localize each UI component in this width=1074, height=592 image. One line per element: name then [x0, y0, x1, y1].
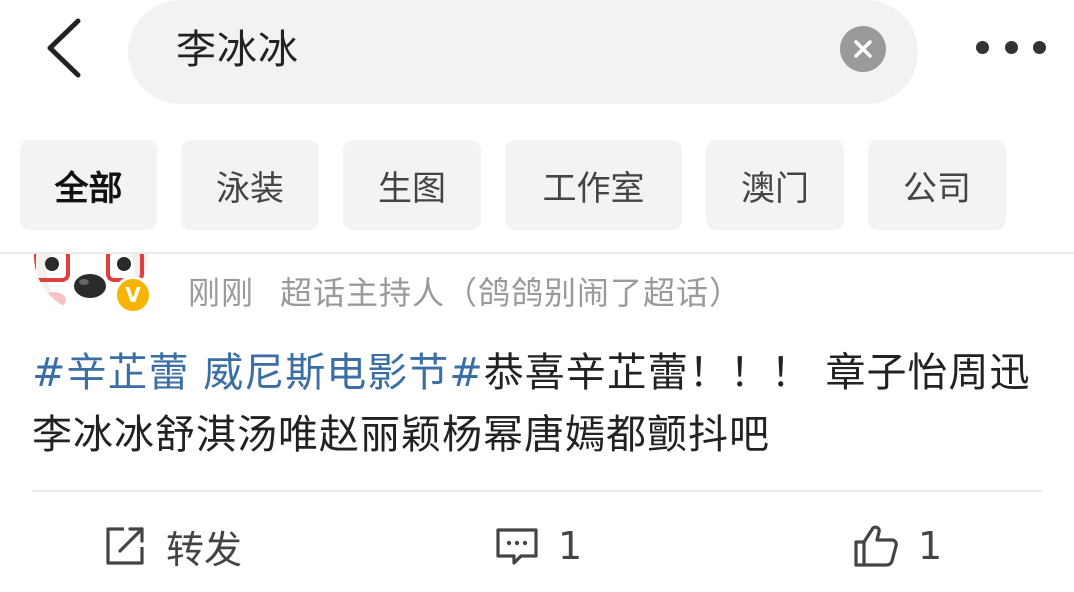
- topic-link[interactable]: #辛芷蕾 威尼斯电影节#: [32, 350, 484, 396]
- filter-chip-company[interactable]: 公司: [868, 140, 1006, 230]
- top-bar: 李冰冰: [0, 0, 1074, 105]
- thumbs-up-icon: [854, 525, 898, 567]
- filter-chip-all[interactable]: 全部: [20, 140, 157, 230]
- repost-label: 转发: [166, 527, 243, 572]
- like-count: 1: [918, 524, 943, 568]
- more-horizontal-icon: [976, 40, 989, 54]
- back-button[interactable]: [36, 14, 92, 82]
- search-input[interactable]: 李冰冰: [128, 0, 918, 104]
- more-options-button[interactable]: [976, 30, 1046, 64]
- post-meta: 刚刚 超话主持人（鸽鸽别闹了超话）: [188, 268, 742, 314]
- divider: [0, 252, 1074, 254]
- comment-count: 1: [558, 524, 583, 568]
- filter-chip-macau[interactable]: 澳门: [706, 140, 844, 230]
- comment-button[interactable]: 1: [494, 518, 582, 574]
- clear-search-button[interactable]: [840, 26, 886, 72]
- comment-icon: [496, 528, 538, 565]
- divider: [32, 490, 1042, 492]
- filter-chips: 全部 泳装 生图 工作室 澳门 公司: [0, 140, 1074, 230]
- filter-chip-swimwear[interactable]: 泳装: [181, 140, 319, 230]
- share-icon: [106, 527, 144, 565]
- filter-chip-raw-photo[interactable]: 生图: [343, 140, 481, 230]
- chevron-left-icon: [47, 18, 81, 78]
- post-time: 刚刚: [188, 274, 255, 312]
- close-icon: [854, 40, 872, 58]
- filter-chip-studio[interactable]: 工作室: [505, 140, 682, 230]
- repost-button[interactable]: 转发: [102, 518, 242, 574]
- post-text: #辛芷蕾 威尼斯电影节#恭喜辛芷蕾！！！ 章子怡周迅李冰冰舒淇汤唯赵丽颖杨幂唐嫣…: [32, 342, 1032, 466]
- post-source[interactable]: 超话主持人（鸽鸽别闹了超话）: [280, 274, 742, 312]
- verified-badge: V: [114, 276, 152, 314]
- search-query-text: 李冰冰: [176, 27, 299, 73]
- like-button[interactable]: 1: [852, 518, 942, 574]
